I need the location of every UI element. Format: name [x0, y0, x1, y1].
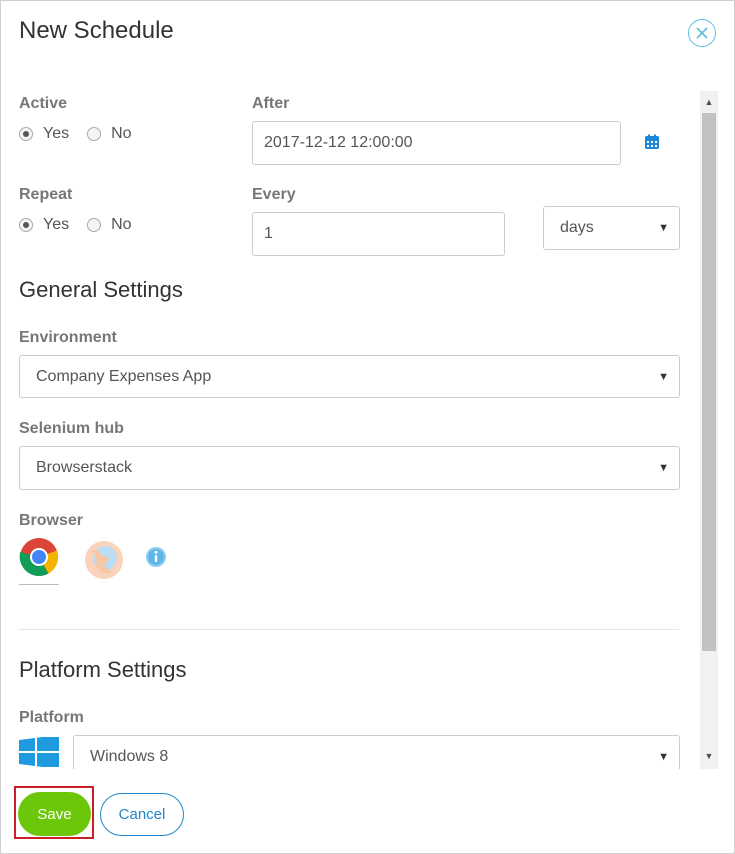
general-settings-title: General Settings — [19, 277, 183, 302]
close-icon[interactable] — [688, 19, 716, 47]
chrome-icon[interactable] — [19, 537, 59, 585]
browser-label: Browser — [19, 512, 84, 529]
every-unit-select[interactable]: days ▼ — [543, 206, 680, 250]
platform-select[interactable]: Windows 8 ▼ — [73, 735, 680, 769]
active-label: Active — [19, 95, 68, 112]
firefox-icon[interactable] — [84, 540, 124, 580]
repeat-radio-group: Yes No — [19, 216, 150, 234]
repeat-label: Repeat — [19, 186, 73, 203]
every-number-input[interactable]: 1 — [252, 212, 505, 256]
scroll-down-arrow-icon[interactable]: ▼ — [700, 747, 718, 765]
active-radio-group: Yes No — [19, 125, 150, 143]
platform-settings-title: Platform Settings — [19, 657, 187, 682]
windows-icon — [19, 735, 59, 769]
active-yes-label[interactable]: Yes — [43, 125, 69, 143]
selenium-hub-label: Selenium hub — [19, 420, 124, 437]
repeat-no-label[interactable]: No — [111, 216, 131, 234]
form-scroll-area[interactable]: Active Yes No After 2017-12-12 12:00:00 … — [1, 91, 719, 769]
active-no-label[interactable]: No — [111, 125, 131, 143]
vertical-scrollbar[interactable]: ▲ ▼ — [700, 91, 718, 769]
info-icon[interactable] — [145, 546, 167, 573]
environment-value: Company Expenses App — [36, 367, 212, 385]
after-datetime-input[interactable]: 2017-12-12 12:00:00 — [252, 121, 621, 165]
environment-select[interactable]: Company Expenses App ▼ — [19, 355, 680, 398]
scroll-up-arrow-icon[interactable]: ▲ — [700, 93, 718, 111]
chevron-down-icon: ▼ — [658, 462, 669, 474]
platform-label: Platform — [19, 709, 84, 726]
section-divider — [19, 629, 679, 630]
chevron-down-icon: ▼ — [658, 222, 669, 234]
dialog-title: New Schedule — [19, 17, 174, 44]
new-schedule-dialog: New Schedule Active Yes No After 2017-12… — [0, 0, 735, 854]
repeat-yes-radio[interactable] — [19, 218, 33, 232]
every-unit-value: days — [560, 219, 594, 236]
cancel-button[interactable]: Cancel — [100, 793, 184, 836]
selenium-hub-select[interactable]: Browserstack ▼ — [19, 446, 680, 490]
selenium-hub-value: Browserstack — [36, 459, 133, 476]
calendar-icon[interactable] — [644, 134, 660, 155]
after-label: After — [252, 95, 290, 112]
repeat-yes-label[interactable]: Yes — [43, 216, 69, 234]
platform-value: Windows 8 — [90, 748, 169, 765]
active-yes-radio[interactable] — [19, 127, 33, 141]
environment-label: Environment — [19, 329, 117, 346]
repeat-no-radio[interactable] — [87, 218, 102, 232]
scrollbar-thumb[interactable] — [702, 113, 716, 651]
save-button[interactable]: Save — [18, 792, 91, 836]
active-no-radio[interactable] — [87, 127, 102, 141]
chevron-down-icon: ▼ — [658, 370, 669, 383]
every-label: Every — [252, 186, 296, 203]
chevron-down-icon: ▼ — [658, 751, 669, 763]
